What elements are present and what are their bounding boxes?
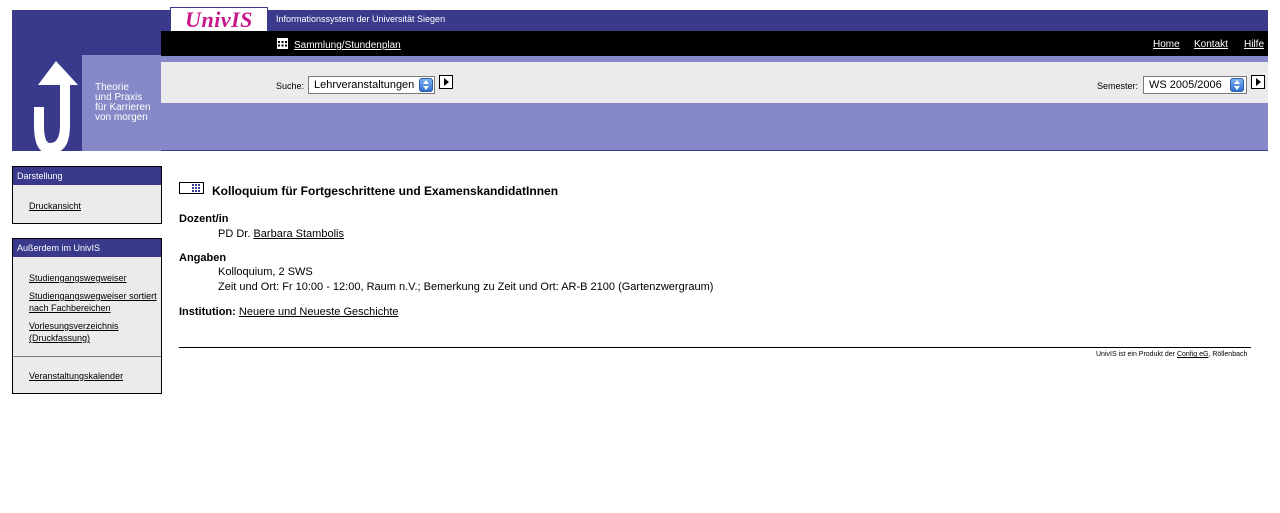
breadcrumb-link[interactable]: Sammlung/Stundenplan [294, 40, 401, 51]
semester-select[interactable]: WS 2005/2006 [1143, 76, 1247, 94]
lecturer-title: PD Dr. [218, 228, 251, 240]
footer-credit: UnivIS ist ein Produkt der Config eG, Rö… [1096, 351, 1247, 358]
header-divider [161, 150, 1268, 151]
degree-guide-link[interactable]: Studiengangswegweiser [29, 272, 127, 284]
institution-link[interactable]: Neuere und Neueste Geschichte [239, 306, 399, 318]
more-univis-title: Außerdem im UnivIS [13, 239, 161, 257]
content-divider [179, 347, 1251, 348]
site-tagline: Informationssystem der Universität Siege… [276, 14, 446, 24]
course-catalog-print-link[interactable]: Vorlesungsverzeichnis (Druckfassung) [29, 320, 139, 344]
university-u-arrow-icon [34, 61, 78, 151]
course-type: Kolloquium, 2 SWS [218, 266, 313, 278]
display-box-title: Darstellung [13, 167, 161, 185]
more-univis-box: Außerdem im UnivIS Studiengangswegweiser… [12, 238, 162, 394]
lecturer-row: PD Dr. Barbara Stambolis [218, 228, 344, 240]
lecturer-name-link[interactable]: Barbara Stambolis [253, 228, 344, 240]
print-view-link[interactable]: Druckansicht [29, 200, 81, 212]
university-slogan: Theorie und Praxis für Karrieren von mor… [95, 82, 151, 123]
display-box: Darstellung Druckansicht [12, 166, 162, 224]
search-go-button[interactable] [439, 75, 453, 89]
lecturer-heading: Dozent/in [179, 213, 229, 225]
footer-text: UnivIS ist ein Produkt der [1096, 351, 1175, 358]
calendar-icon [277, 38, 288, 49]
search-label: Suche: [276, 81, 305, 91]
config-eg-link[interactable]: Config eG [1177, 351, 1209, 358]
time-and-place: Zeit und Ort: Fr 10:00 - 12:00, Raum n.V… [218, 281, 714, 293]
event-calendar-link[interactable]: Veranstaltungskalender [29, 370, 123, 382]
course-title: Kolloquium für Fortgeschrittene und Exam… [212, 184, 559, 198]
header-band [161, 103, 1268, 151]
home-link[interactable]: Home [1153, 39, 1180, 50]
select-arrows-icon [1230, 78, 1244, 92]
univis-logo[interactable]: UnivIS [170, 7, 268, 33]
semester-go-button[interactable] [1251, 75, 1265, 89]
semester-value: WS 2005/2006 [1149, 79, 1222, 91]
select-arrows-icon [419, 78, 433, 92]
contact-link[interactable]: Kontakt [1194, 39, 1228, 50]
degree-guide-by-department-link[interactable]: Studiengangswegweiser sortiert nach Fach… [29, 290, 157, 314]
details-heading: Angaben [179, 252, 227, 264]
semester-label: Semester: [1097, 81, 1139, 91]
sidebar-divider [13, 356, 161, 357]
search-type-value: Lehrveranstaltungen [314, 79, 415, 91]
help-link[interactable]: Hilfe [1244, 39, 1264, 50]
footer-location: , Röllenbach [1208, 351, 1248, 358]
timetable-icon[interactable] [179, 182, 204, 194]
search-type-select[interactable]: Lehrveranstaltungen [308, 76, 435, 94]
university-logo: Theorie und Praxis für Karrieren von mor… [12, 31, 161, 151]
institution-label: Institution: [179, 306, 236, 318]
institution-row: Institution: Neuere und Neueste Geschich… [179, 306, 399, 318]
